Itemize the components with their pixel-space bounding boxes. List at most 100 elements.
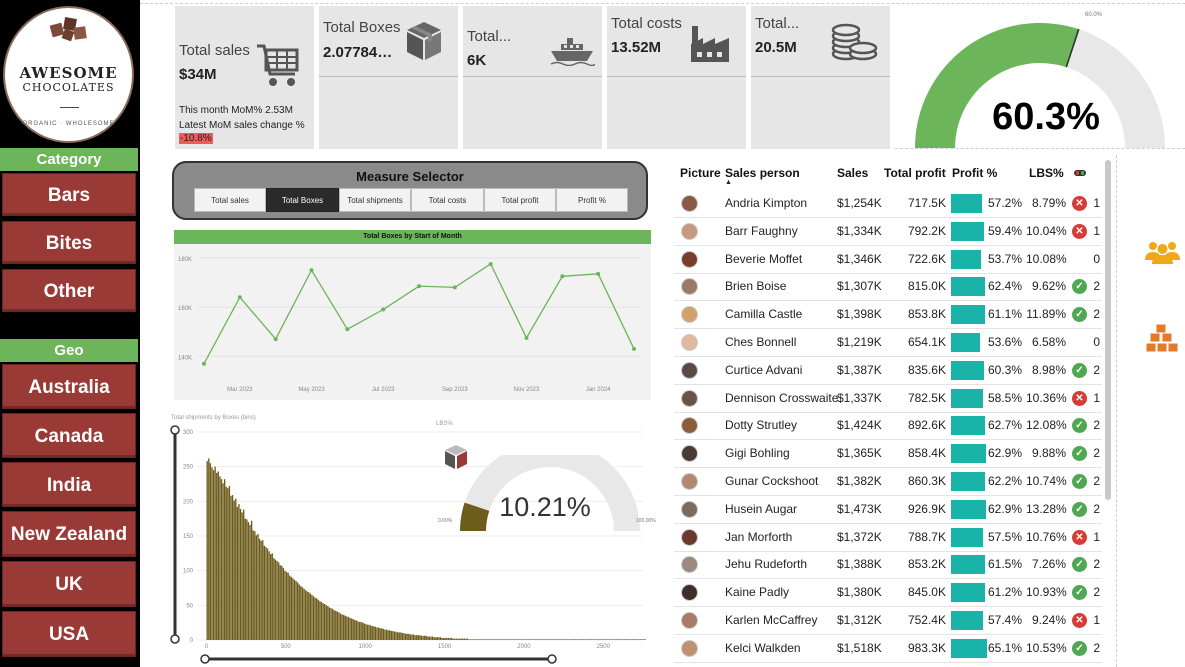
histogram-bar [496, 639, 499, 640]
table-row[interactable]: Gigi Bohling $1,365K 858.4K 62.9% 9.88% ✓ 2 [674, 440, 1102, 469]
kpi-total-sales[interactable]: Total sales $34M This month MoM% 2.53M L… [175, 6, 314, 149]
histogram-bar [290, 576, 292, 640]
avatar [681, 528, 698, 546]
kpi-total-boxes[interactable]: Total Boxes 2.07784… [319, 6, 458, 149]
histogram-bar [403, 633, 405, 640]
cell-status-count: 2 [1093, 640, 1100, 655]
histogram-bar [503, 639, 505, 640]
measure-option-total-shipments[interactable]: Total shipments [339, 188, 411, 212]
histogram-xtick: 0 [205, 644, 209, 650]
table-row[interactable]: Dotty Strutley $1,424K 892.6K 62.7% 12.08% ✓ 2 [674, 412, 1102, 441]
histogram-bar [276, 560, 278, 640]
histogram-bar [216, 472, 218, 640]
histogram-bar [522, 639, 524, 640]
line-chart-ytick: 160K [178, 306, 192, 312]
histogram-bar [414, 635, 416, 640]
histogram-bar [514, 639, 516, 640]
measure-option-total-sales[interactable]: Total sales [194, 188, 266, 212]
table-row[interactable]: Camilla Castle $1,398K 853.8K 61.1% 11.89% ✓ 2 [674, 301, 1102, 330]
geo-button-uk[interactable]: UK [2, 561, 136, 607]
geo-button-canada[interactable]: Canada [2, 413, 136, 458]
histogram-bar [525, 639, 527, 640]
col-header-picture[interactable]: Picture [680, 158, 721, 188]
geo-button-australia[interactable]: Australia [2, 364, 136, 409]
cell-sales: $1,388K [837, 557, 882, 572]
table-row[interactable]: Karlen McCaffrey $1,312K 752.4K 57.4% 9.24% ✕… [674, 607, 1102, 635]
col-header-sales[interactable]: Sales [837, 158, 868, 188]
histogram-bar [538, 639, 540, 640]
measure-option-total-profit[interactable]: Total profit [484, 188, 556, 212]
histogram-bar [482, 639, 485, 640]
people-icon[interactable] [1144, 240, 1181, 264]
histogram-bar [255, 535, 258, 640]
kpi-divider [751, 76, 890, 77]
cell-lbs: 8.98% [1031, 362, 1066, 377]
kpi-total-shipments[interactable]: Total... 6K [463, 6, 602, 149]
histogram-bar [422, 635, 424, 640]
histogram-bar [343, 615, 345, 640]
table-row[interactable]: Kelci Walkden $1,518K 983.3K 65.1% 10.53% ✓ 2 [674, 635, 1102, 663]
category-button-other[interactable]: Other [2, 269, 136, 312]
histogram-bar [628, 639, 631, 640]
table-row[interactable]: Barr Faughny $1,334K 792.2K 59.4% 10.04% ✕ 1 [674, 218, 1102, 246]
histogram-bar [427, 636, 429, 640]
kpi-total-costs[interactable]: Total costs 13.52M [607, 6, 746, 149]
histogram-bar [592, 639, 594, 640]
histogram-bar [301, 587, 304, 640]
histogram-bar [389, 630, 391, 640]
histogram-bar [241, 512, 243, 640]
status-bad-icon: ✕ [1072, 613, 1087, 628]
cell-total-profit: 983.3K [907, 640, 946, 655]
table-row[interactable]: Jan Morforth $1,372K 788.7K 57.5% 10.76% ✕ 1 [674, 524, 1102, 552]
cell-sales-person: Curtice Advani [725, 362, 803, 377]
histogram-bar [643, 639, 645, 640]
histogram-bar [252, 530, 254, 640]
table-row[interactable]: Gunar Cockshoot $1,382K 860.3K 62.2% 10.74% ✓… [674, 468, 1102, 496]
geo-button-new-zealand[interactable]: New Zealand [2, 511, 136, 557]
table-scrollbar[interactable] [1105, 160, 1111, 500]
measure-option-profit-pct[interactable]: Profit % [556, 188, 628, 212]
col-header-lbs[interactable]: LBS% [1029, 158, 1064, 188]
category-button-bars[interactable]: Bars [2, 173, 136, 216]
col-header-total-profit[interactable]: Total profit [884, 158, 946, 188]
table-row[interactable]: Ches Bonnell $1,219K 654.1K 53.6% 6.58% 0 [674, 329, 1102, 357]
histogram-bar [535, 639, 537, 640]
col-header-sales-person[interactable]: Sales person [725, 158, 800, 188]
histogram-bar [355, 620, 358, 640]
histogram-bar [352, 619, 354, 640]
histogram-bar [493, 639, 496, 640]
histogram-ytick: 200 [183, 499, 194, 505]
avatar [681, 500, 698, 518]
measure-option-total-boxes[interactable]: Total Boxes [266, 188, 339, 212]
histogram-bar [385, 629, 388, 640]
profit-pct-bar [951, 499, 986, 519]
geo-button-usa[interactable]: USA [2, 611, 136, 657]
histogram-bar [568, 639, 570, 640]
cell-profit-pct: 62.2% [987, 474, 1022, 488]
category-button-bites[interactable]: Bites [2, 221, 136, 264]
histogram-bar [443, 637, 445, 640]
measure-option-total-costs[interactable]: Total costs [411, 188, 484, 212]
histogram-bar [474, 639, 477, 640]
col-header-profit-pct[interactable]: Profit % [952, 158, 997, 188]
table-row[interactable]: Brien Boise $1,307K 815.0K 62.4% 9.62% ✓ 2 [674, 273, 1102, 302]
geo-button-india[interactable]: India [2, 462, 136, 507]
table-row[interactable]: Husein Augar $1,473K 926.9K 62.9% 13.28% ✓ 2 [674, 496, 1102, 524]
histogram-bar [519, 639, 521, 640]
table-row[interactable]: Kaine Padly $1,380K 845.0K 61.2% 10.93% ✓ 2 [674, 579, 1102, 608]
cell-sales-person: Dennison Crosswaite [725, 390, 839, 405]
histogram-bar [231, 495, 234, 640]
kpi-total-sales-label: Total sales [179, 42, 250, 59]
histogram-bar [569, 639, 572, 640]
histogram-bar [339, 613, 342, 640]
table-row[interactable]: Dennison Crosswaite $1,337K 782.5K 58.5% 10.… [674, 385, 1102, 413]
table-row[interactable]: Jehu Rudeforth $1,388K 853.2K 61.5% 7.26% ✓ 2 [674, 551, 1102, 580]
histogram-bar [517, 639, 519, 640]
table-row[interactable]: Andria Kimpton $1,254K 717.5K 57.2% 8.79% ✕ 1 [674, 190, 1102, 218]
cell-profit-pct: 53.6% [987, 335, 1022, 349]
kpi-total-profit[interactable]: Total... 20.5M [751, 6, 890, 149]
boxes-icon[interactable] [1146, 322, 1178, 354]
table-row[interactable]: Curtice Advani $1,387K 835.6K 60.3% 8.98% ✓ 2 [674, 357, 1102, 385]
cell-status-count: 1 [1093, 196, 1100, 210]
table-row[interactable]: Beverie Moffet $1,346K 722.6K 53.7% 10.08% 0 [674, 246, 1102, 274]
